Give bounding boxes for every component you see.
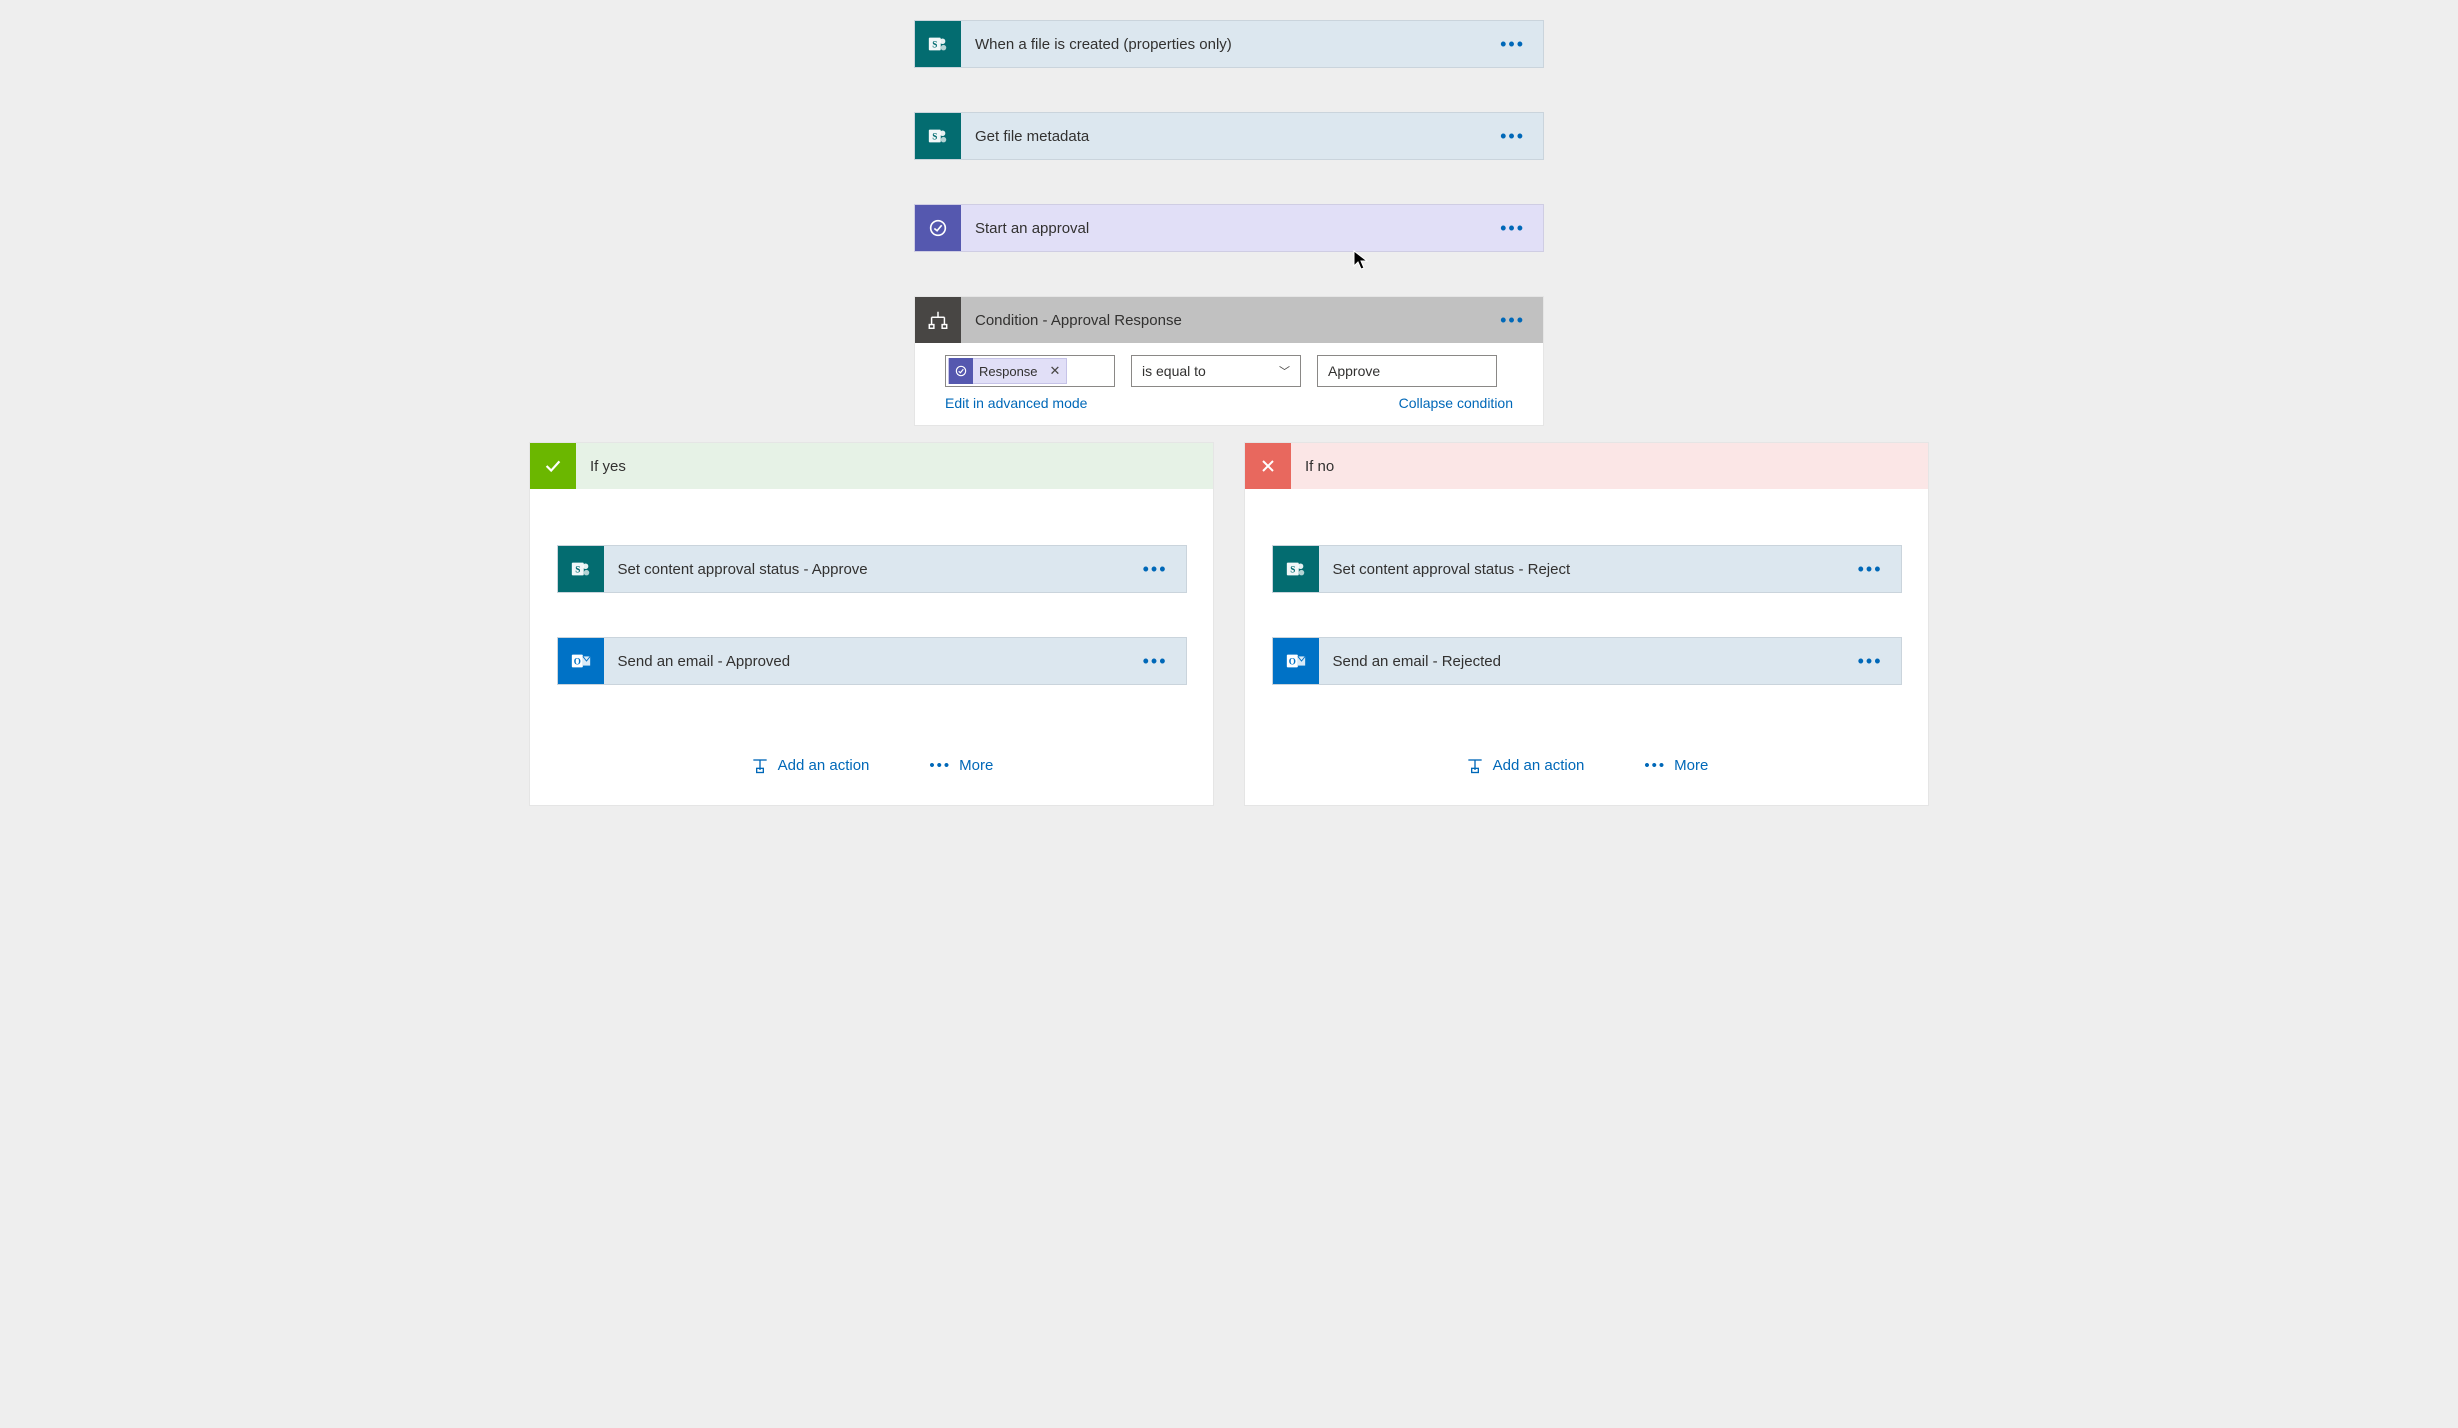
outlook-icon: O bbox=[558, 638, 604, 684]
more-button[interactable]: ••• More bbox=[929, 755, 993, 775]
flow-designer: S When a file is created (properties onl… bbox=[50, 20, 2408, 806]
more-label: More bbox=[1674, 757, 1708, 774]
card-menu-icon[interactable]: ••• bbox=[1482, 218, 1543, 239]
card-menu-icon[interactable]: ••• bbox=[1125, 559, 1186, 580]
sharepoint-icon: S bbox=[915, 21, 961, 67]
if-yes-branch: If yes S Set content approval status - A… bbox=[529, 442, 1214, 806]
condition-operator-select[interactable]: is equal to ﹀ bbox=[1131, 355, 1301, 387]
if-no-header: If no bbox=[1245, 443, 1928, 489]
svg-text:S: S bbox=[1290, 565, 1295, 575]
condition-left-operand[interactable]: Response ✕ bbox=[945, 355, 1115, 387]
condition-branches: If yes S Set content approval status - A… bbox=[529, 442, 1929, 806]
approval-title: Start an approval bbox=[961, 220, 1482, 237]
check-icon bbox=[530, 443, 576, 489]
card-menu-icon[interactable]: ••• bbox=[1482, 34, 1543, 55]
card-menu-icon[interactable]: ••• bbox=[1840, 559, 1901, 580]
outlook-icon: O bbox=[1273, 638, 1319, 684]
if-yes-header: If yes bbox=[530, 443, 1213, 489]
svg-text:S: S bbox=[932, 132, 937, 142]
trigger-card[interactable]: S When a file is created (properties onl… bbox=[914, 20, 1544, 68]
svg-text:S: S bbox=[575, 565, 580, 575]
start-approval-card[interactable]: Start an approval ••• bbox=[914, 204, 1544, 252]
card-menu-icon[interactable]: ••• bbox=[1125, 651, 1186, 672]
condition-value: Approve bbox=[1328, 363, 1380, 379]
no-step2-card[interactable]: O Send an email - Rejected ••• bbox=[1272, 637, 1902, 685]
if-yes-title: If yes bbox=[576, 458, 1213, 475]
card-menu-icon[interactable]: ••• bbox=[1482, 126, 1543, 147]
approval-icon bbox=[949, 358, 973, 384]
sharepoint-icon: S bbox=[915, 113, 961, 159]
chevron-down-icon: ﹀ bbox=[1279, 363, 1290, 379]
ellipsis-icon: ••• bbox=[929, 757, 951, 774]
approval-icon bbox=[915, 205, 961, 251]
sharepoint-icon: S bbox=[1273, 546, 1319, 592]
cursor-icon bbox=[1353, 250, 1369, 272]
condition-title: Condition - Approval Response bbox=[961, 312, 1482, 329]
svg-text:O: O bbox=[1288, 657, 1295, 667]
edit-advanced-link[interactable]: Edit in advanced mode bbox=[945, 395, 1087, 411]
get-metadata-title: Get file metadata bbox=[961, 128, 1482, 145]
no-step1-title: Set content approval status - Reject bbox=[1319, 561, 1840, 578]
no-step2-title: Send an email - Rejected bbox=[1319, 653, 1840, 670]
add-action-label: Add an action bbox=[778, 757, 870, 774]
ellipsis-icon: ••• bbox=[1644, 757, 1666, 774]
yes-step1-card[interactable]: S Set content approval status - Approve … bbox=[557, 545, 1187, 593]
add-action-button[interactable]: Add an action bbox=[1465, 755, 1585, 775]
yes-step2-title: Send an email - Approved bbox=[604, 653, 1125, 670]
svg-text:O: O bbox=[573, 657, 580, 667]
condition-right-operand[interactable]: Approve bbox=[1317, 355, 1497, 387]
add-action-label: Add an action bbox=[1493, 757, 1585, 774]
more-label: More bbox=[959, 757, 993, 774]
get-metadata-card[interactable]: S Get file metadata ••• bbox=[914, 112, 1544, 160]
if-no-branch: If no S Set content approval status - Re… bbox=[1244, 442, 1929, 806]
add-action-button[interactable]: Add an action bbox=[750, 755, 870, 775]
no-step1-card[interactable]: S Set content approval status - Reject •… bbox=[1272, 545, 1902, 593]
if-no-title: If no bbox=[1291, 458, 1928, 475]
yes-step1-title: Set content approval status - Approve bbox=[604, 561, 1125, 578]
chip-label: Response bbox=[973, 364, 1044, 379]
sharepoint-icon: S bbox=[558, 546, 604, 592]
svg-text:S: S bbox=[932, 40, 937, 50]
condition-icon bbox=[915, 297, 961, 343]
more-button[interactable]: ••• More bbox=[1644, 755, 1708, 775]
operator-value: is equal to bbox=[1142, 363, 1206, 379]
card-menu-icon[interactable]: ••• bbox=[1482, 310, 1543, 331]
card-menu-icon[interactable]: ••• bbox=[1840, 651, 1901, 672]
yes-step2-card[interactable]: O Send an email - Approved ••• bbox=[557, 637, 1187, 685]
trigger-title: When a file is created (properties only) bbox=[961, 36, 1482, 53]
chip-remove-icon[interactable]: ✕ bbox=[1044, 363, 1067, 379]
collapse-condition-link[interactable]: Collapse condition bbox=[1399, 395, 1513, 411]
dynamic-content-chip[interactable]: Response ✕ bbox=[948, 358, 1067, 384]
close-icon bbox=[1245, 443, 1291, 489]
condition-card[interactable]: Condition - Approval Response ••• Respon… bbox=[914, 296, 1544, 426]
